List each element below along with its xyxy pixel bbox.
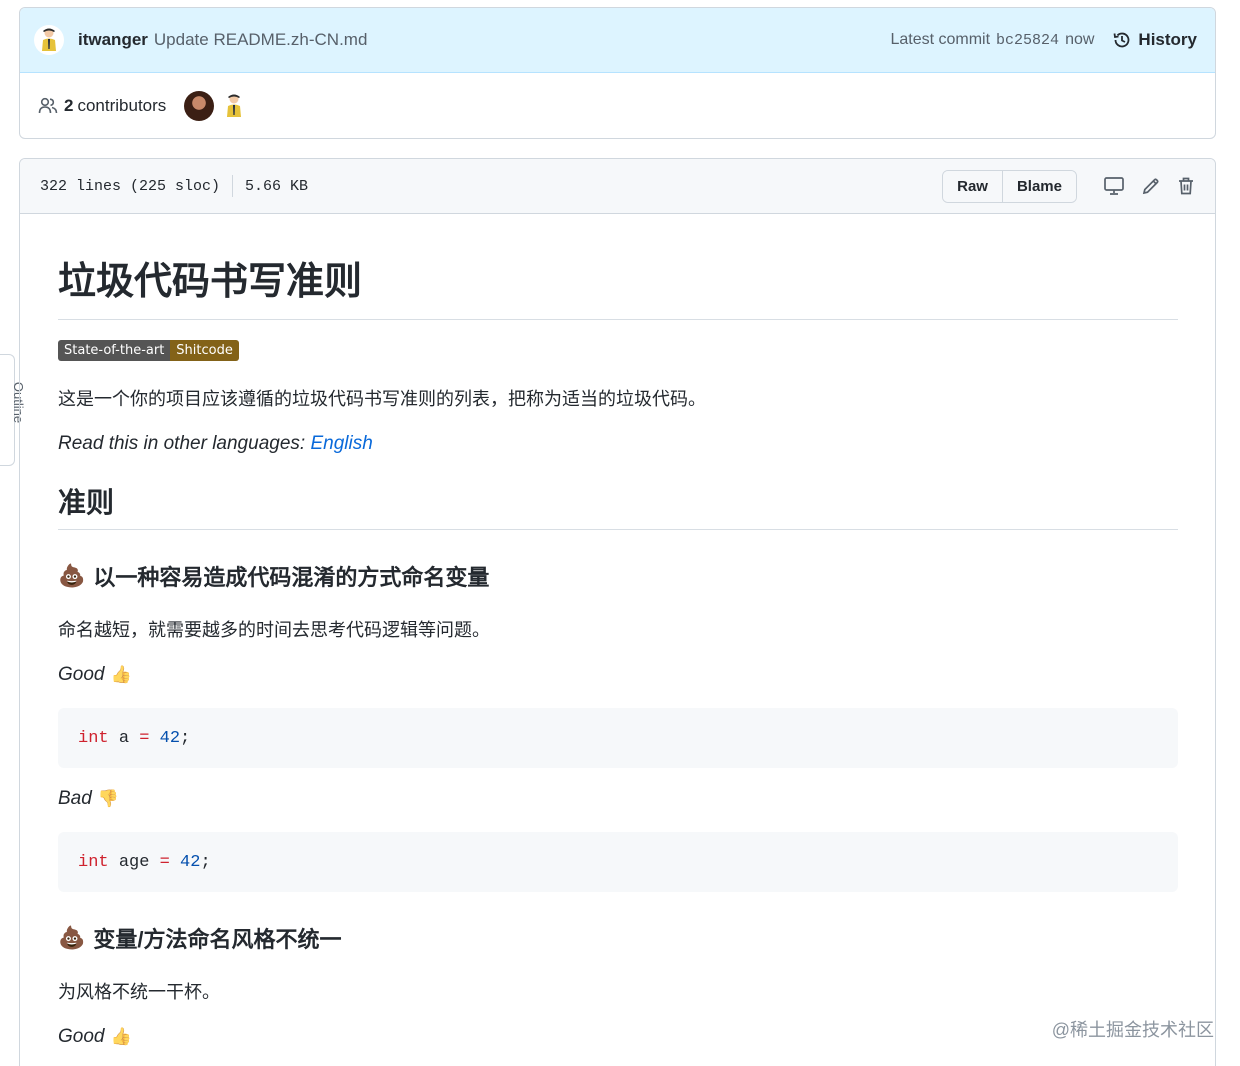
author-avatar[interactable] (34, 25, 64, 55)
file-lines-info: 322 lines (225 sloc) (40, 177, 221, 195)
code-operator: = (139, 728, 150, 748)
commit-sha[interactable]: bc25824 (996, 32, 1059, 49)
code-identifier: age (118, 852, 150, 872)
file-header: 322 lines (225 sloc) 5.66 KB Raw Blame (20, 159, 1215, 214)
contributors-label[interactable]: contributors (77, 96, 166, 116)
code-number: 42 (180, 852, 201, 872)
history-label: History (1138, 30, 1197, 49)
code-operator: = (159, 852, 170, 872)
commit-meta: Latest commit bc25824 now History (890, 30, 1197, 50)
english-link[interactable]: English (310, 433, 372, 454)
history-button[interactable]: History (1112, 30, 1197, 50)
commit-time: now (1065, 31, 1095, 48)
shitcode-badge[interactable]: State-of-the-art Shitcode (58, 340, 239, 361)
person-avatar-icon (42, 28, 56, 51)
commit-message[interactable]: Update README.zh-CN.md (154, 30, 368, 50)
thumbs-up-icon: 👍 (110, 1027, 132, 1046)
languages-line: Read this in other languages: English (58, 433, 1178, 455)
languages-prefix: Read this in other languages: (58, 433, 311, 454)
contributor-avatar-1[interactable] (184, 91, 215, 121)
raw-button[interactable]: Raw (943, 170, 1002, 202)
file-icon-actions (1087, 176, 1195, 196)
watermark: @稀土掘金技术社区 (1051, 1020, 1214, 1040)
contributors-count[interactable]: 2 (64, 96, 73, 116)
good-label-2: Good (58, 1026, 105, 1047)
blame-button[interactable]: Blame (1001, 170, 1076, 202)
open-desktop-button[interactable] (1103, 176, 1125, 196)
file-size: 5.66 KB (245, 177, 309, 195)
delete-file-button[interactable] (1177, 176, 1195, 196)
readme-title: 垃圾代码书写准则 (58, 250, 1178, 320)
latest-commit-label: Latest commit (890, 31, 991, 48)
contributors-row: 2 contributors (20, 73, 1215, 138)
rule1-title: 以一种容易造成代码混淆的方式命名变量 (93, 565, 490, 590)
people-icon (38, 97, 58, 114)
outline-side-tab[interactable]: Outline (0, 354, 26, 466)
bad-label-line: Bad 👎 (58, 788, 1178, 810)
bad-label: Bad (58, 788, 92, 809)
section-heading: 准则 (58, 481, 1178, 530)
file-box: 322 lines (225 sloc) 5.66 KB Raw Blame 垃… (19, 158, 1216, 1066)
code-semicolon: ; (180, 728, 191, 748)
edit-file-button[interactable] (1141, 176, 1161, 196)
badge-left: State-of-the-art (58, 340, 171, 361)
good-label: Good (58, 664, 105, 685)
readme-content: 垃圾代码书写准则 State-of-the-art Shitcode 这是一个你… (58, 214, 1178, 1048)
code-block-good: int a = 42; (58, 708, 1178, 768)
good-label-line-2: Good 👍 (58, 1026, 1178, 1048)
history-icon (1114, 32, 1130, 48)
poop-emoji-icon: 💩 (58, 925, 86, 950)
thumbs-up-icon: 👍 (110, 665, 132, 684)
pencil-icon (1142, 178, 1159, 195)
file-actions-group: Raw Blame (942, 169, 1077, 203)
rule2-title: 变量/方法命名风格不统一 (93, 927, 342, 952)
code-block-bad: int age = 42; (58, 832, 1178, 892)
intro-paragraph: 这是一个你的项目应该遵循的垃圾代码书写准则的列表，把称为适当的垃圾代码。 (58, 389, 706, 409)
rule1-description: 命名越短，就需要越多的时间去思考代码逻辑等问题。 (58, 620, 490, 640)
commit-author[interactable]: itwanger (78, 30, 148, 50)
code-identifier: a (118, 728, 130, 748)
code-keyword: int (78, 728, 109, 748)
code-keyword: int (78, 852, 109, 872)
commit-box: itwanger Update README.zh-CN.md Latest c… (19, 7, 1216, 139)
code-number: 42 (159, 728, 181, 748)
badge-right: Shitcode (170, 340, 239, 361)
rule2-description: 为风格不统一干杯。 (58, 982, 220, 1002)
trash-icon (1179, 177, 1193, 195)
rule1-heading: 💩 以一种容易造成代码混淆的方式命名变量 (58, 560, 1178, 592)
code-semicolon: ; (200, 852, 211, 872)
contributor-avatar-2[interactable] (222, 91, 252, 121)
desktop-icon (1104, 177, 1124, 195)
person-avatar-icon (227, 94, 242, 117)
divider (232, 175, 234, 197)
good-label-line: Good 👍 (58, 664, 1178, 686)
latest-commit-header: itwanger Update README.zh-CN.md Latest c… (20, 8, 1215, 73)
poop-emoji-icon: 💩 (58, 563, 86, 588)
rule2-heading: 💩 变量/方法命名风格不统一 (58, 922, 1178, 954)
thumbs-down-icon: 👎 (97, 789, 119, 808)
